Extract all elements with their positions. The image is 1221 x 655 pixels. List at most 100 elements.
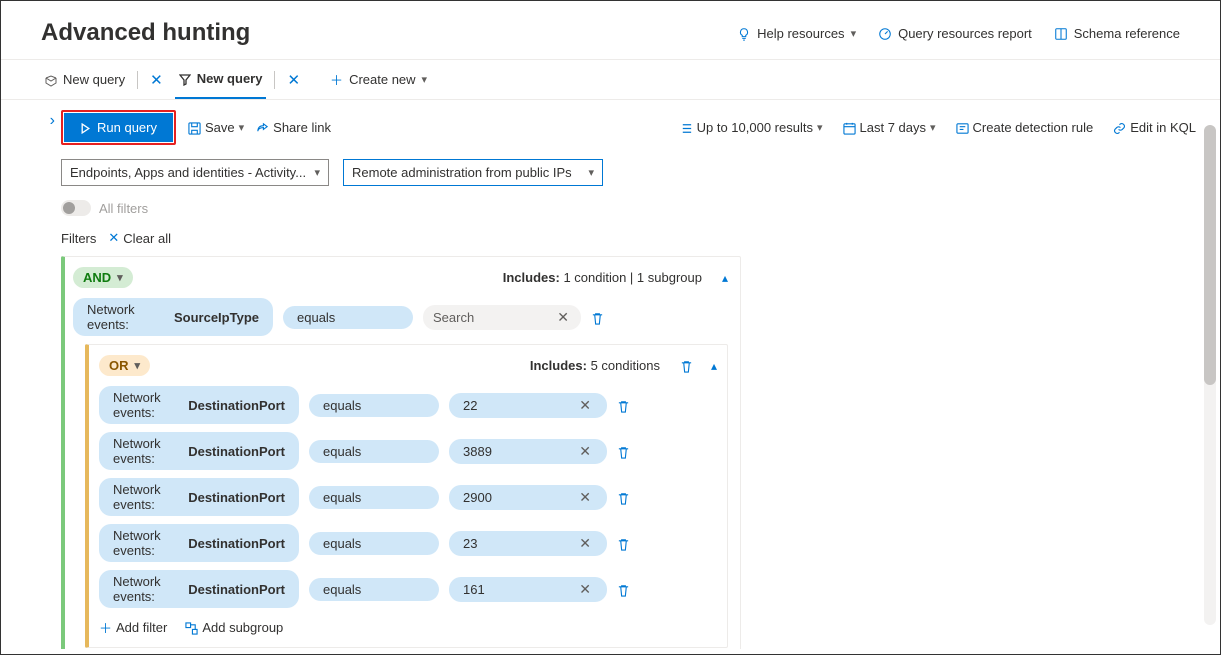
subgroup-add-row: ＋ Add filter Add subgroup bbox=[99, 618, 717, 637]
value-input[interactable]: Search ✕ bbox=[423, 305, 581, 330]
content: Run query Save ▾ Share link Up to 10,000… bbox=[61, 100, 1220, 649]
condition-row: Network events: DestinationPort equals 22✕ bbox=[99, 386, 717, 424]
create-detection-rule[interactable]: Create detection rule bbox=[956, 120, 1094, 135]
value-pill[interactable]: 22✕ bbox=[449, 393, 607, 418]
delete-condition-icon[interactable] bbox=[617, 535, 630, 551]
header: Advanced hunting Help resources ▾ Query … bbox=[1, 1, 1220, 60]
tabs-bar: New query ✕ New query ✕ ＋ Create new ▾ bbox=[1, 60, 1220, 100]
rule-label: Create detection rule bbox=[973, 120, 1094, 135]
op-value: equals bbox=[323, 398, 361, 413]
add-subgroup-button[interactable]: Add subgroup bbox=[185, 618, 283, 637]
value-pill[interactable]: 3889✕ bbox=[449, 439, 607, 464]
includes-text: 1 condition | 1 subgroup bbox=[563, 270, 702, 285]
clear-value-icon[interactable]: ✕ bbox=[577, 535, 593, 552]
value-text: 161 bbox=[463, 582, 485, 597]
delete-condition-icon[interactable] bbox=[617, 581, 630, 597]
field-pill[interactable]: Network events: DestinationPort bbox=[99, 478, 299, 516]
link-icon bbox=[1113, 120, 1126, 135]
chevron-down-icon: ▾ bbox=[588, 166, 594, 179]
all-filters-row: All filters bbox=[61, 200, 1196, 216]
operator-pill[interactable]: equals bbox=[309, 532, 439, 555]
save-button[interactable]: Save ▾ bbox=[188, 120, 244, 135]
field-pill[interactable]: Network events: DestinationPort bbox=[99, 524, 299, 562]
operator-pill[interactable]: equals bbox=[309, 394, 439, 417]
operator-pill[interactable]: equals bbox=[283, 306, 413, 329]
close-tab-1[interactable]: ✕ bbox=[146, 71, 167, 89]
delete-condition-icon[interactable] bbox=[591, 309, 604, 325]
query-report-link[interactable]: Query resources report bbox=[878, 25, 1032, 41]
chevron-up-icon[interactable]: ▴ bbox=[722, 271, 728, 285]
delete-condition-icon[interactable] bbox=[617, 397, 630, 413]
clear-value-icon[interactable]: ✕ bbox=[555, 309, 571, 326]
page-title: Advanced hunting bbox=[41, 19, 250, 47]
chevron-up-icon[interactable]: ▴ bbox=[711, 359, 717, 373]
field-name: DestinationPort bbox=[188, 398, 285, 413]
value-pill[interactable]: 23✕ bbox=[449, 531, 607, 556]
field-prefix: Network events: bbox=[87, 302, 174, 332]
field-pill[interactable]: Network events: DestinationPort bbox=[99, 570, 299, 608]
selectors: Endpoints, Apps and identities - Activit… bbox=[61, 159, 1196, 186]
value-pill[interactable]: 161 ✕ bbox=[449, 577, 607, 602]
scrollbar-track[interactable] bbox=[1204, 125, 1216, 625]
field-pill[interactable]: Network events: DestinationPort bbox=[99, 432, 299, 470]
all-filters-toggle[interactable] bbox=[61, 200, 91, 216]
operator-pill[interactable]: equals bbox=[309, 440, 439, 463]
condition-row: Network events: SourceIpType equals Sear… bbox=[73, 298, 728, 336]
clear-value-icon[interactable]: ✕ bbox=[577, 489, 593, 506]
tab-separator bbox=[274, 71, 275, 89]
create-label: Create new bbox=[349, 72, 415, 87]
share-link-button[interactable]: Share link bbox=[256, 120, 331, 135]
template-select[interactable]: Remote administration from public IPs ▾ bbox=[343, 159, 603, 186]
value-text: 2900 bbox=[463, 490, 492, 505]
detection-icon bbox=[956, 120, 969, 135]
clear-value-icon[interactable]: ✕ bbox=[577, 581, 593, 598]
scope-select[interactable]: Endpoints, Apps and identities - Activit… bbox=[61, 159, 329, 186]
chevron-down-icon: ▾ bbox=[930, 121, 936, 134]
run-query-button[interactable]: Run query bbox=[64, 113, 173, 142]
operator-pill[interactable]: equals bbox=[309, 486, 439, 509]
chevron-down-icon: ▾ bbox=[117, 271, 123, 284]
clear-value-icon[interactable]: ✕ bbox=[577, 443, 593, 460]
results-limit[interactable]: Up to 10,000 results ▾ bbox=[680, 120, 823, 135]
field-pill[interactable]: Network events: SourceIpType bbox=[73, 298, 273, 336]
schema-ref-link[interactable]: Schema reference bbox=[1054, 25, 1180, 41]
delete-subgroup-icon[interactable] bbox=[680, 358, 693, 374]
chevron-right-icon[interactable]: › bbox=[50, 112, 55, 649]
create-new-tab[interactable]: ＋ Create new ▾ bbox=[326, 60, 431, 99]
add-filter-button[interactable]: ＋ Add filter bbox=[99, 618, 167, 637]
run-button-highlight: Run query bbox=[61, 110, 176, 145]
operator-and-pill[interactable]: AND ▾ bbox=[73, 267, 133, 288]
calendar-icon bbox=[843, 120, 856, 135]
lightbulb-icon bbox=[737, 25, 751, 41]
all-filters-label: All filters bbox=[99, 201, 148, 216]
group-header: AND ▾ Includes: 1 condition | 1 subgroup… bbox=[73, 267, 728, 288]
field-name: DestinationPort bbox=[188, 444, 285, 459]
field-prefix: Network events: bbox=[113, 528, 188, 558]
tab-new-query-1[interactable]: New query bbox=[41, 60, 129, 99]
op-value: equals bbox=[323, 582, 361, 597]
share-icon bbox=[256, 120, 269, 135]
field-prefix: Network events: bbox=[113, 436, 188, 466]
field-name: DestinationPort bbox=[188, 536, 285, 551]
field-pill[interactable]: Network events: DestinationPort bbox=[99, 386, 299, 424]
book-icon bbox=[1054, 25, 1068, 41]
gauge-icon bbox=[878, 25, 892, 41]
help-resources-link[interactable]: Help resources ▾ bbox=[737, 25, 856, 41]
operator-pill[interactable]: equals bbox=[309, 578, 439, 601]
clear-all-button[interactable]: ✕ Clear all bbox=[108, 230, 171, 246]
plus-icon: ＋ bbox=[99, 618, 112, 637]
operator-or-pill[interactable]: OR ▾ bbox=[99, 355, 150, 376]
value-pill[interactable]: 2900 ✕ bbox=[449, 485, 607, 510]
scope-value: Endpoints, Apps and identities - Activit… bbox=[70, 165, 306, 180]
scrollbar-thumb[interactable] bbox=[1204, 125, 1216, 385]
delete-condition-icon[interactable] bbox=[617, 443, 630, 459]
results-label: Up to 10,000 results bbox=[697, 120, 813, 135]
clear-value-icon[interactable]: ✕ bbox=[577, 397, 593, 414]
delete-condition-icon[interactable] bbox=[617, 489, 630, 505]
condition-row: Network events: DestinationPort equals 23✕ bbox=[99, 524, 717, 562]
header-actions: Help resources ▾ Query resources report … bbox=[737, 25, 1180, 41]
close-tab-2[interactable]: ✕ bbox=[283, 71, 304, 89]
tab-new-query-2[interactable]: New query bbox=[175, 60, 267, 99]
time-range[interactable]: Last 7 days ▾ bbox=[843, 120, 936, 135]
edit-kql[interactable]: Edit in KQL bbox=[1113, 120, 1196, 135]
